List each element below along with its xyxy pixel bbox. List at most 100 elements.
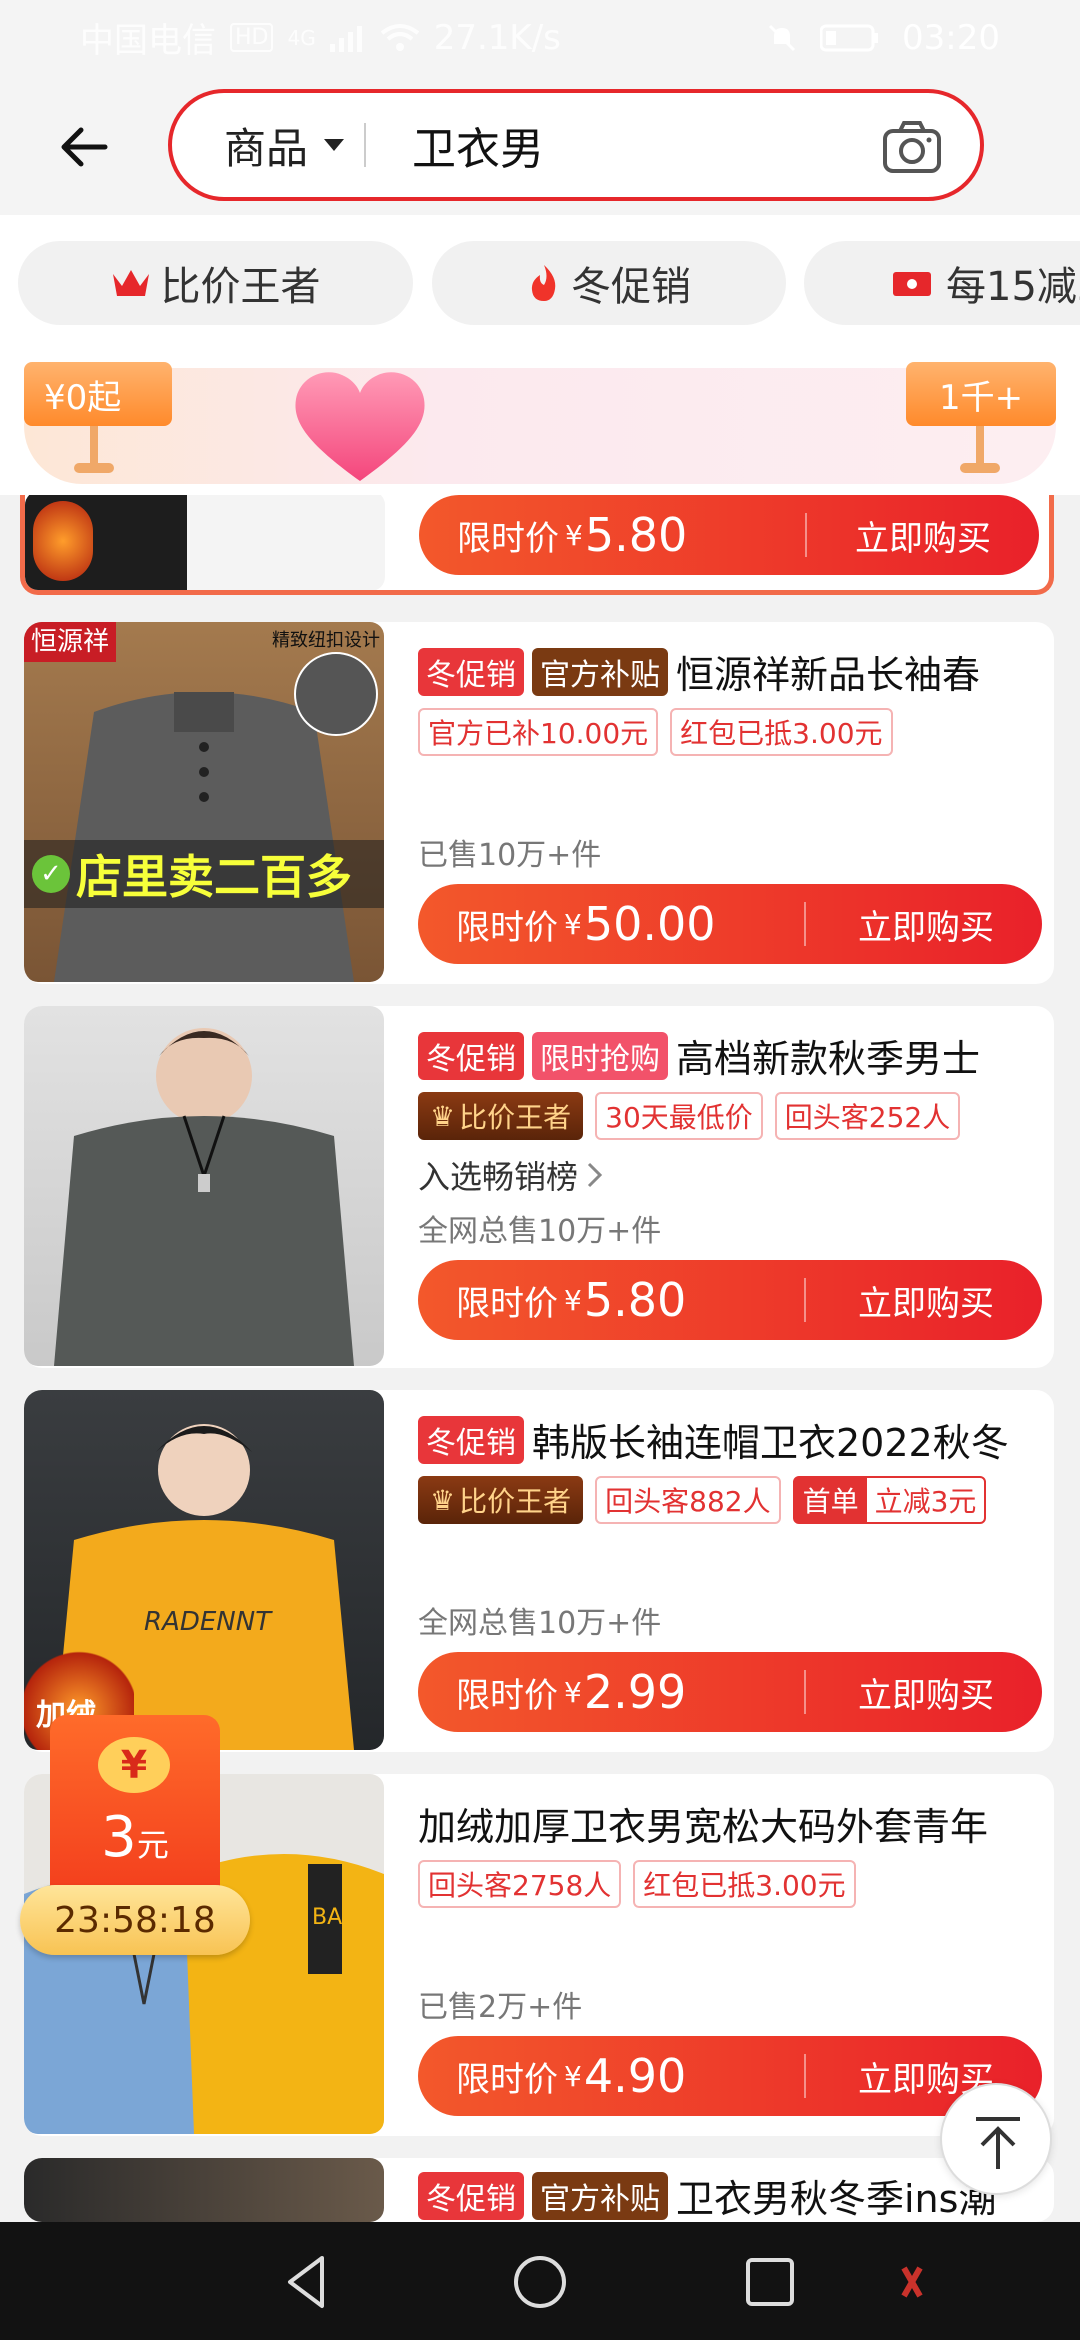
search-bar[interactable]: 商品 卫衣男	[168, 89, 984, 201]
sweater-illustration	[54, 1028, 354, 1366]
arrow-up-icon	[976, 2117, 1020, 2169]
detail-note: 精致纽扣设计	[272, 630, 380, 651]
first-order-label: 首单	[794, 1478, 867, 1522]
badge: 红包已抵3.00元	[633, 1860, 856, 1908]
svg-text:BASC: BASC	[312, 1905, 371, 1930]
nav-recents-icon[interactable]	[738, 2250, 802, 2314]
red-packet-coupon[interactable]: ¥ 3元 23:58:18	[20, 1715, 260, 1965]
check-icon: ✓	[32, 855, 70, 893]
chip-winter-sale[interactable]: 冬促销	[432, 241, 786, 325]
price-king-label: 比价王者	[459, 1101, 572, 1134]
coupon-amount: 3元	[50, 1805, 220, 1870]
buy-button[interactable]: 限时价 ¥ 5.80 立即购买	[419, 495, 1039, 575]
buy-now-label: 立即购买	[855, 518, 991, 559]
price-min-flag[interactable]: ¥0起	[24, 362, 172, 426]
product-title-row: 冬促销 官方补贴 恒源祥新品长袖春	[418, 644, 1048, 699]
price-max-flag[interactable]: 1千+	[906, 362, 1056, 426]
ticket-icon	[893, 272, 931, 296]
status-bar: 中国电信 HD 4G 27.1K/s 03:20	[0, 0, 1080, 75]
buy-button[interactable]: 限时价 ¥ 50.00 立即购买	[418, 884, 1042, 964]
price-value: 5.80	[584, 508, 688, 562]
network-label: 4G	[287, 25, 316, 50]
overlay-text: 店里卖二百多	[76, 850, 352, 904]
signal-icon	[329, 25, 362, 52]
top-bar: 商品 卫衣男	[0, 75, 1080, 215]
system-nav-bar	[0, 2222, 1080, 2340]
nav-home-icon[interactable]	[508, 2250, 572, 2314]
category-dropdown[interactable]: 商品	[224, 115, 345, 176]
watermark-logo-icon	[901, 2266, 923, 2298]
price-min-label: ¥0起	[44, 377, 122, 418]
product-card[interactable]: 冬促销 限时抢购 高档新款秋季男士 ♛ 比价王者 30天最低价 回头客252人 入…	[24, 1006, 1054, 1368]
clock: 03:20	[902, 17, 1000, 58]
tag-winter-sale: 冬促销	[418, 2171, 524, 2220]
buy-now-label: 立即购买	[858, 907, 994, 948]
tag-winter-sale: 冬促销	[418, 647, 524, 696]
first-order-discount: 立减3元	[874, 1485, 977, 1518]
heart-icon	[295, 372, 425, 481]
sold-count: 全网总售10万+件	[418, 1214, 662, 1249]
buy-now-label: 立即购买	[858, 1675, 994, 1716]
mute-icon	[768, 24, 796, 51]
product-image[interactable]	[24, 1006, 384, 1366]
max-flag-base	[960, 463, 1000, 473]
button-divider	[805, 513, 807, 557]
filter-chips: 比价王者 冬促销 每15减2	[0, 215, 1080, 335]
price-range-slider: ¥0起 1千+	[0, 335, 1080, 495]
brand-tag: 恒源祥	[24, 622, 116, 662]
badge: 回头客252人	[774, 1092, 961, 1140]
buy-button[interactable]: 限时价 ¥ 2.99 立即购买	[418, 1652, 1042, 1732]
battery-icon	[820, 24, 879, 51]
back-to-top-button[interactable]	[940, 2083, 1052, 2195]
yen-coin-icon: ¥	[98, 1737, 170, 1793]
button-divider	[804, 1670, 806, 1714]
price-label: 限时价	[456, 1283, 558, 1324]
back-arrow-icon[interactable]	[55, 117, 115, 177]
badge: 30天最低价	[595, 1092, 763, 1140]
price-track[interactable]	[24, 368, 1056, 484]
button-divider	[804, 1278, 806, 1322]
button-divider	[804, 2054, 806, 2098]
product-card[interactable]: RADENNT 加绒 冬促销 韩版长袖连帽卫衣2022秋冬 ♛比价王者 回头客8…	[24, 1390, 1054, 1752]
coupon-unit: 元	[136, 1826, 169, 1864]
nav-back-icon[interactable]	[276, 2250, 340, 2314]
product-image[interactable]: 恒源祥 精致纽扣设计 ✓ 店里卖二百多	[24, 622, 384, 982]
tag-winter-sale: 冬促销	[418, 1415, 524, 1464]
flame-icon	[531, 265, 556, 301]
yen-symbol: ¥	[564, 1675, 582, 1709]
search-divider	[364, 123, 367, 167]
product-card[interactable]: 冬促销 官方补贴 卫衣男秋冬季ins潮	[24, 2158, 1054, 2222]
product-image[interactable]: RADENNT 加绒	[24, 1390, 384, 1750]
camera-icon[interactable]	[882, 119, 942, 175]
price-label: 限时价	[456, 1675, 558, 1716]
buy-button[interactable]: 限时价 ¥ 5.80 立即购买	[418, 1260, 1042, 1340]
chip-price-king[interactable]: 比价王者	[18, 241, 413, 325]
crown-icon	[112, 270, 149, 296]
product-image[interactable]	[24, 2158, 384, 2222]
product-title-row: 冬促销 韩版长袖连帽卫衣2022秋冬	[418, 1412, 1048, 1467]
fleece-badge	[33, 501, 93, 581]
search-input[interactable]: 卫衣男	[412, 113, 544, 177]
sold-count: 全网总售10万+件	[418, 1606, 662, 1641]
product-card[interactable]: 恒源祥 精致纽扣设计 ✓ 店里卖二百多 冬促销 官方补贴 恒源祥新品长袖春 官方…	[24, 622, 1054, 984]
tag-official-subsidy: 官方补贴	[532, 647, 668, 696]
price-king-badge: ♛ 比价王者	[418, 1476, 584, 1524]
detail-zoom-circle	[294, 652, 378, 736]
svg-text:RADENNT: RADENNT	[144, 1607, 273, 1637]
buy-now-label: 立即购买	[858, 1283, 994, 1324]
badge-row: ♛ 比价王者 回头客882人 首单 立减3元	[418, 1476, 987, 1524]
badge-row: 官方已补10.00元 红包已抵3.00元	[418, 708, 893, 756]
bestseller-list-link[interactable]: 入选畅销榜	[418, 1152, 604, 1198]
chip-discount[interactable]: 每15减2	[804, 241, 1080, 325]
product-title-row: 加绒加厚卫衣男宽松大码外套青年	[418, 1796, 1048, 1851]
product-title: 加绒加厚卫衣男宽松大码外套青年	[418, 1805, 989, 1849]
price-max-label: 1千+	[938, 377, 1024, 418]
chip-label: 比价王者	[160, 264, 321, 310]
yen-symbol: ¥	[564, 907, 582, 941]
product-card[interactable]: 限时价 ¥ 5.80 立即购买	[20, 495, 1054, 595]
net-speed: 27.1K/s	[433, 17, 561, 58]
price-label: 限时价	[456, 2059, 558, 2100]
product-title-row: 冬促销 限时抢购 高档新款秋季男士	[418, 1028, 1048, 1083]
product-image[interactable]	[25, 495, 385, 590]
badge: 回头客2758人	[418, 1860, 622, 1908]
